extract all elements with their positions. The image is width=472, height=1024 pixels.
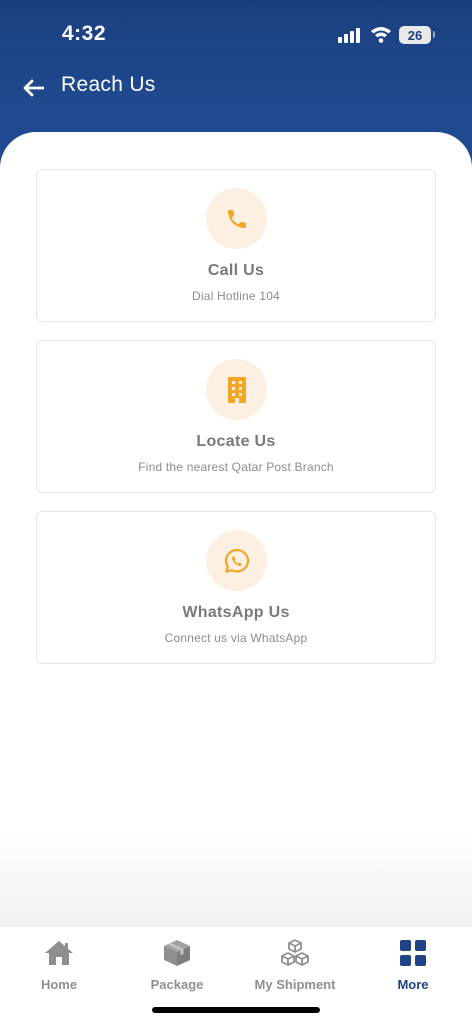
grid-icon <box>354 937 472 969</box>
tab-label: Home <box>40 977 78 992</box>
wifi-icon <box>370 25 392 48</box>
tab-home[interactable]: Home <box>0 927 118 997</box>
battery-icon: 26 <box>399 26 431 44</box>
cellular-signal-icon <box>338 27 362 48</box>
call-us-card[interactable]: Call Us Dial Hotline 104 <box>36 169 436 322</box>
icon-circle <box>206 359 267 420</box>
boxes-icon <box>236 937 354 969</box>
bottom-shadow <box>0 830 472 928</box>
package-icon <box>118 937 236 969</box>
tab-label: My Shipment <box>254 977 336 992</box>
tab-label: More <box>397 977 429 992</box>
phone-icon <box>227 209 246 228</box>
status-time: 4:32 <box>62 22 107 45</box>
card-subtitle: Find the nearest Qatar Post Branch <box>138 460 334 474</box>
back-button[interactable] <box>18 74 48 102</box>
card-subtitle: Connect us via WhatsApp <box>164 631 308 645</box>
content-panel: Call Us Dial Hotline 104 Locate Us Find … <box>0 132 472 932</box>
card-title: Locate Us <box>196 433 276 450</box>
locate-us-card[interactable]: Locate Us Find the nearest Qatar Post Br… <box>36 340 436 493</box>
card-subtitle: Dial Hotline 104 <box>192 289 280 303</box>
whatsapp-icon <box>224 548 249 573</box>
home-icon <box>0 937 118 969</box>
tab-package[interactable]: Package <box>118 927 236 997</box>
building-icon <box>227 376 246 403</box>
icon-circle <box>206 188 267 249</box>
card-title: Call Us <box>207 262 265 279</box>
card-title: WhatsApp Us <box>182 604 290 621</box>
tab-more[interactable]: More <box>354 927 472 997</box>
status-bar: 4:32 26 <box>0 0 472 70</box>
battery-tip <box>433 31 435 38</box>
arrow-left-icon <box>23 79 44 97</box>
tab-my-shipment[interactable]: My Shipment <box>236 927 354 997</box>
home-indicator <box>152 1007 320 1013</box>
page-title: Reach Us <box>61 73 156 96</box>
icon-circle <box>206 530 267 591</box>
whatsapp-us-card[interactable]: WhatsApp Us Connect us via WhatsApp <box>36 511 436 664</box>
tab-label: Package <box>150 977 204 992</box>
